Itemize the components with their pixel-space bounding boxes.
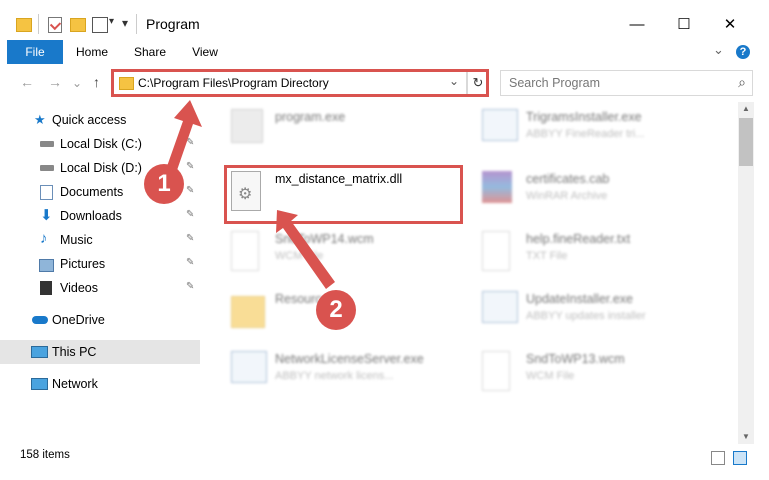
annotation-arrows	[165, 100, 335, 289]
arrow-2	[276, 210, 335, 289]
step-1-badge: 1	[144, 164, 184, 204]
step-2-badge: 2	[316, 290, 356, 330]
